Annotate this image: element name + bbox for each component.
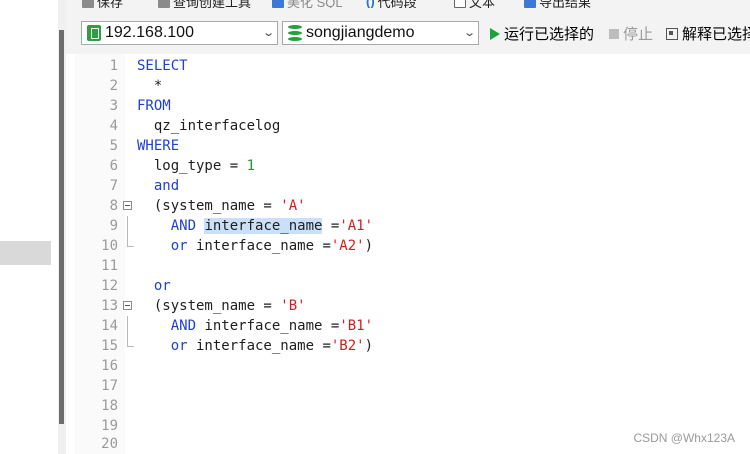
connection-toolbar: 192.168.100 ⌄ songjiangdemo ⌄ 运行已选择的 停止 … [66,8,750,54]
code-line[interactable]: 1 SELECT [75,56,750,76]
code-line[interactable]: 18 [75,396,750,416]
splitter-bar[interactable] [59,30,64,424]
code-text: interface_name = [196,318,340,334]
line-number: 14 [101,318,118,334]
number-literal: 1 [246,158,256,174]
export-icon [524,0,536,8]
code-text: ) [364,238,374,254]
code-line[interactable]: 6 log_type = 1 [75,156,750,176]
pane-splitter[interactable] [58,0,66,454]
line-number: 17 [101,378,118,394]
line-number: 3 [109,98,118,114]
keyword: AND [170,318,197,334]
fold-end-guide [127,336,134,347]
line-number: 1 [109,58,118,74]
line-number: 12 [101,278,118,294]
explain-icon [666,27,678,40]
code-line[interactable]: 3 FROM [75,96,750,116]
object-tree-pane [0,0,58,454]
line-number: 15 [101,338,118,354]
line-number: 7 [109,178,118,194]
builder-icon [158,0,170,8]
code-line[interactable]: 8 (system_name = 'A' [75,196,750,216]
beautify-icon [272,0,284,8]
line-number: 6 [109,158,118,174]
code-text: * [153,78,163,94]
keyword: FROM [137,98,171,114]
stop-icon [609,28,619,39]
fold-collapse-icon[interactable] [123,201,132,210]
string-literal: 'B' [280,298,306,314]
chevron-down-icon: ⌄ [462,27,476,39]
code-line[interactable]: 15 or interface_name ='B2') [75,336,750,356]
keyword: or [153,278,171,294]
fold-guide [127,216,128,236]
line-number: 10 [101,238,118,254]
code-line[interactable]: 7 and [75,176,750,196]
line-number: 5 [109,138,118,154]
explain-selected-button[interactable]: 解释已选择 [666,23,750,44]
code-line[interactable]: 12 or [75,276,750,296]
selected-text: interface_name [204,218,323,234]
database-icon [288,25,302,41]
selected-tree-item[interactable] [0,241,51,265]
code-line[interactable]: 17 [75,376,750,396]
save-icon [82,0,94,8]
connection-icon [87,25,101,41]
code-text: log_type = [153,158,247,174]
line-number: 19 [101,418,118,434]
fold-guide [127,316,128,336]
string-literal: 'B2' [330,338,365,354]
keyword: SELECT [137,58,188,74]
keyword: or [170,238,188,254]
code-line[interactable]: 11 [75,256,750,276]
keyword: AND [170,218,197,234]
code-text: qz_interfacelog [153,118,281,134]
code-text: (system_name = [153,198,281,214]
document-icon [454,0,466,8]
string-literal: 'A' [280,198,306,214]
line-number: 8 [109,198,118,214]
line-number: 11 [101,258,118,274]
code-text: = [322,218,340,234]
line-number: 16 [101,358,118,374]
line-number: 20 [101,436,118,452]
keyword: or [170,338,188,354]
play-icon [490,27,500,40]
code-line[interactable]: 14 AND interface_name ='B1' [75,316,750,336]
run-selected-button[interactable]: 运行已选择的 [490,23,594,44]
code-text: ) [364,338,374,354]
string-literal: 'B1' [339,318,374,334]
stop-button[interactable]: 停止 [609,23,653,44]
keyword: and [153,178,180,194]
code-line[interactable]: 4 qz_interfacelog [75,116,750,136]
code-line[interactable]: 16 [75,356,750,376]
code-line[interactable]: 10 or interface_name ='A2') [75,236,750,256]
code-line[interactable]: 5 WHERE [75,136,750,156]
chevron-down-icon: ⌄ [261,27,275,39]
string-literal: 'A2' [330,238,365,254]
line-number: 2 [109,78,118,94]
line-number: 18 [101,398,118,414]
code-line[interactable]: 2 * [75,76,750,96]
fold-end-guide [127,236,134,247]
string-literal: 'A1' [339,218,374,234]
line-number: 4 [109,118,118,134]
connection-select[interactable]: 192.168.100 ⌄ [81,21,278,45]
database-select[interactable]: songjiangdemo ⌄ [282,21,479,45]
code-line[interactable]: 9 AND interface_name ='A1' [75,216,750,236]
fold-collapse-icon[interactable] [123,301,132,310]
code-line[interactable]: 13 (system_name = 'B' [75,296,750,316]
watermark: CSDN @Whx123A [633,431,735,445]
line-number: 13 [101,298,118,314]
code-text: (system_name = [153,298,281,314]
code-text: interface_name = [187,238,331,254]
code-text: interface_name = [187,338,331,354]
keyword: WHERE [137,138,180,154]
line-number: 9 [109,218,118,234]
